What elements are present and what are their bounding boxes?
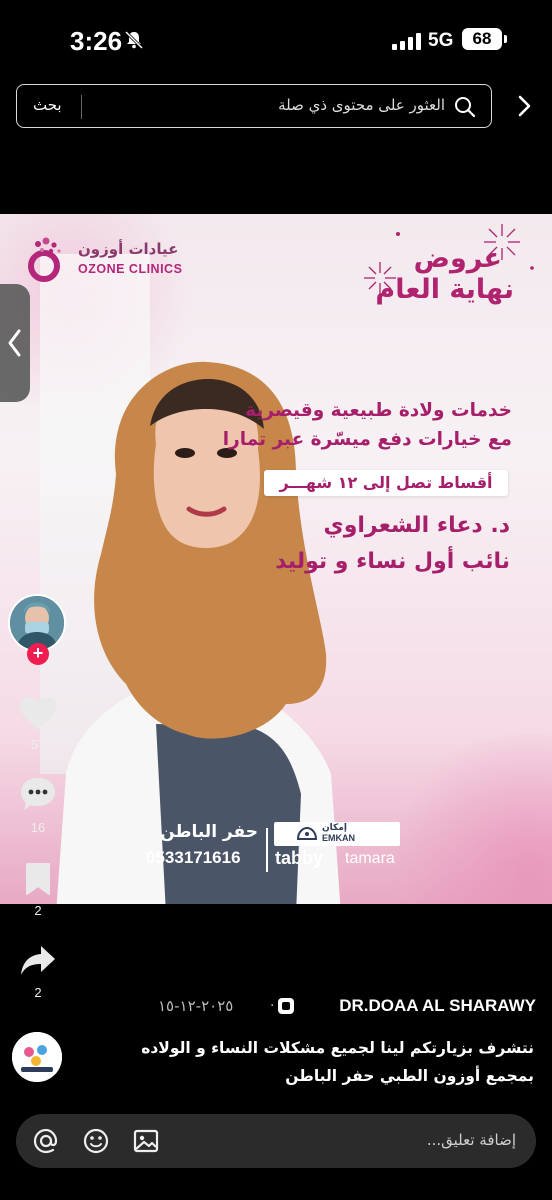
heart-icon[interactable] (18, 695, 58, 731)
author-name[interactable]: DR.DOAA AL SHARAWY (339, 996, 536, 1016)
search-divider (81, 95, 82, 119)
emoji-icon[interactable] (82, 1127, 110, 1155)
year-end-offer-title: عروض نهاية العام (375, 244, 514, 306)
location-label: حفر الباطن (160, 822, 258, 842)
tamara-logo: tamara (345, 850, 395, 867)
strip-divider (266, 828, 268, 872)
search-bar[interactable]: بحث العثور على محتوى ذي صلة (16, 84, 492, 128)
ozone-logo-icon (28, 237, 61, 282)
clinic-logo: عيادات أوزون OZONE CLINICS (22, 230, 192, 290)
signal-icon (392, 32, 421, 50)
emkan-logo-icon (296, 826, 318, 840)
tabby-logo: tabby (275, 848, 324, 868)
comment-input[interactable]: إضافة تعليق... (427, 1131, 516, 1149)
contact-strip: حفر الباطن 0533171616 إمكان EMKAN tabby … (142, 820, 402, 880)
avatar-image (10, 596, 64, 650)
installments-badge: أقساط تصل إلى ١٢ شهـــر (264, 470, 508, 496)
meta-dot: · (270, 998, 275, 1014)
network-type: 5G (428, 30, 454, 51)
comment-bar[interactable]: إضافة تعليق... (16, 1114, 536, 1168)
bookmark-icon[interactable] (24, 862, 52, 896)
brand-name-en: OZONE CLINICS (78, 262, 183, 276)
caption-line-2: بمجمع أوزون الطبي حفر الباطن (285, 1067, 534, 1085)
mention-icon[interactable] (32, 1127, 60, 1155)
status-time: 3:26 (70, 26, 123, 56)
saves-count: 2 (34, 903, 42, 918)
emkan-en: EMKAN (322, 833, 355, 843)
search-icon (455, 97, 476, 118)
battery-indicator: 68 (462, 28, 507, 50)
emkan-ar: إمكان (322, 823, 347, 833)
offer-line-1: عروض (413, 243, 502, 274)
background-glow (380, 734, 552, 904)
post-date: ٢٠٢٥-١٢-١٥ (158, 997, 234, 1015)
image-icon[interactable] (132, 1127, 160, 1155)
emkan-logo: إمكان EMKAN (274, 822, 400, 846)
post-caption: نتشرف بزيارتكم لينا لجميع مشكلات النساء … (94, 1034, 534, 1090)
likes-count: 57 (30, 737, 46, 752)
bell-muted-icon (124, 30, 144, 50)
offer-line-2: نهاية العام (375, 274, 514, 305)
caption-line-1: نتشرف بزيارتكم لينا لجميع مشكلات النساء … (141, 1039, 534, 1057)
comments-count: 16 (30, 820, 46, 835)
repost-icon (278, 998, 294, 1014)
post-image[interactable]: عيادات أوزون OZONE CLINICS عروض نهاية ال… (0, 214, 552, 904)
sound-logo-icon (12, 1032, 62, 1082)
chevron-left-icon (8, 329, 21, 357)
chevron-right-icon[interactable] (512, 94, 536, 118)
sound-avatar[interactable] (12, 1032, 62, 1082)
doctor-title: نائب أول نساء و توليد (275, 549, 510, 574)
follow-button[interactable]: + (27, 643, 49, 665)
comment-icon[interactable] (19, 776, 57, 812)
share-icon[interactable] (19, 944, 57, 978)
side-panel-tab[interactable] (0, 284, 30, 402)
brand-name-ar: عيادات أوزون (78, 240, 179, 258)
services-line-2: مع خيارات دفع ميسّرة عبر تمارا (222, 429, 512, 450)
phone-number: 0533171616 (146, 848, 241, 867)
search-button[interactable]: بحث (33, 96, 62, 114)
services-line-1: خدمات ولادة طبيعية وقيصرية (245, 400, 512, 421)
status-bar: 3:26 5G 68 (0, 0, 552, 80)
services-text: خدمات ولادة طبيعية وقيصرية مع خيارات دفع… (202, 396, 512, 454)
search-input[interactable]: العثور على محتوى ذي صلة (278, 96, 445, 114)
doctor-info: د. دعاء الشعراوي نائب أول نساء و توليد (275, 508, 510, 580)
shares-count: 2 (34, 985, 42, 1000)
doctor-name: د. دعاء الشعراوي (323, 513, 510, 538)
